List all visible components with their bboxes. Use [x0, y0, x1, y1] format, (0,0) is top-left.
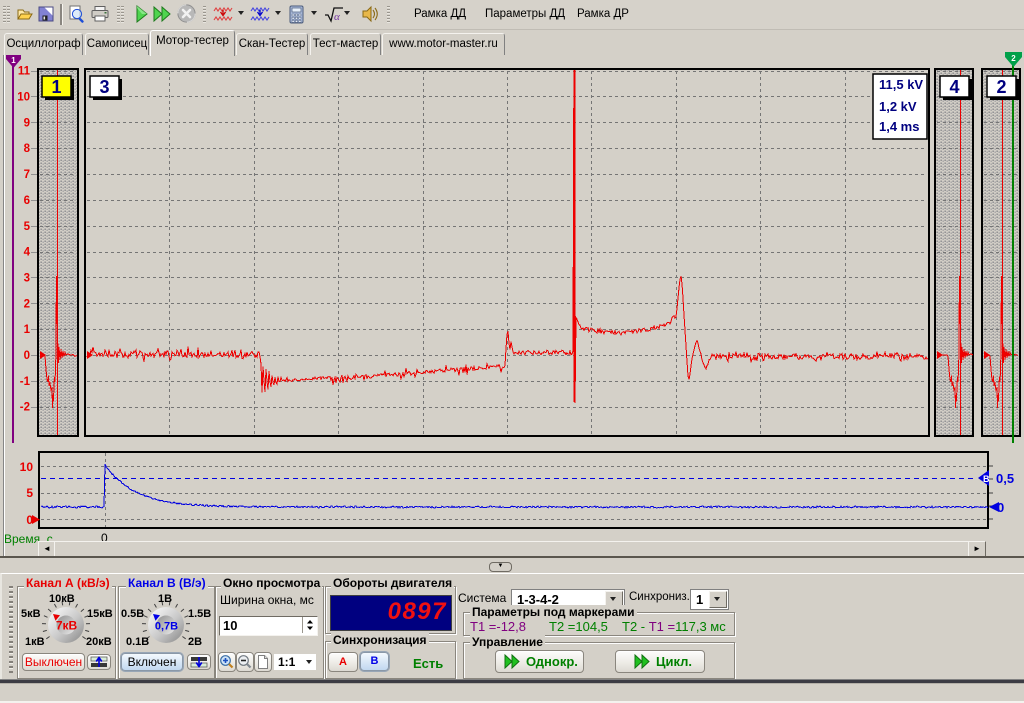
svg-text:1: 1	[24, 324, 31, 336]
svg-text:9: 9	[24, 117, 30, 129]
svg-text:7кВ: 7кВ	[56, 619, 78, 633]
svg-text:1,4 ms: 1,4 ms	[879, 119, 919, 134]
svg-text:6: 6	[24, 195, 30, 207]
svg-text:0,5: 0,5	[996, 471, 1014, 486]
svg-text:-2: -2	[20, 402, 30, 414]
svg-text:3: 3	[24, 272, 30, 284]
svg-text:3: 3	[99, 77, 109, 97]
svg-text:11: 11	[18, 66, 31, 78]
svg-text:1: 1	[51, 77, 61, 97]
svg-text:7: 7	[24, 169, 30, 181]
svg-text:0: 0	[24, 350, 30, 362]
svg-text:2: 2	[24, 298, 30, 310]
svg-text:10: 10	[17, 92, 30, 104]
svg-text:4: 4	[24, 247, 31, 259]
svg-text:1,2 kV: 1,2 kV	[879, 99, 917, 114]
svg-text:0,7В: 0,7В	[155, 621, 178, 633]
svg-text:5: 5	[24, 221, 31, 233]
svg-text:0: 0	[997, 500, 1004, 515]
svg-text:B: B	[983, 474, 990, 484]
svg-text:8: 8	[24, 143, 31, 155]
svg-text:10: 10	[20, 460, 34, 474]
svg-text:2: 2	[1011, 54, 1016, 63]
svg-text:-1: -1	[20, 376, 31, 388]
svg-text:5: 5	[26, 486, 33, 500]
svg-text:4: 4	[949, 77, 959, 97]
svg-text:11,5 kV: 11,5 kV	[879, 77, 923, 92]
svg-text:2: 2	[996, 77, 1006, 97]
svg-text:1: 1	[11, 56, 16, 65]
